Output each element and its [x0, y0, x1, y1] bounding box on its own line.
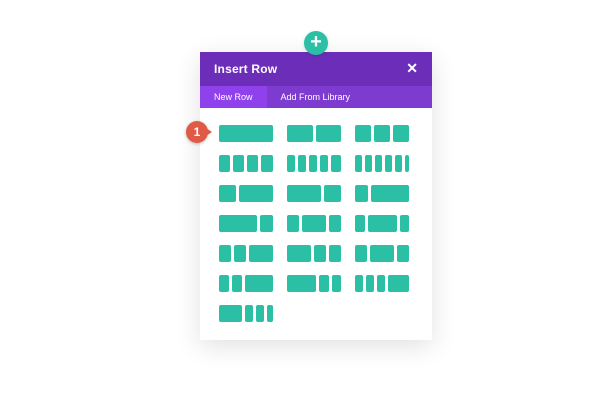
layout-column-block [366, 275, 374, 292]
modal-title: Insert Row [214, 62, 278, 76]
layout-column-block [247, 155, 258, 172]
layout-column-block [393, 125, 409, 142]
layout-column-block [256, 305, 264, 322]
plus-icon: + [310, 31, 322, 53]
layout-column-block [388, 275, 409, 292]
layout-column-block [245, 305, 253, 322]
close-icon[interactable]: ✕ [406, 60, 418, 77]
layout-column-block [261, 155, 273, 172]
insert-row-modal: Insert Row ✕ New Row Add From Library [200, 52, 432, 340]
layout-column-block [320, 155, 328, 172]
layout-column-block [377, 275, 385, 292]
row-layout-three-quarters-one-quarter[interactable] [219, 215, 273, 232]
layout-column-block [219, 305, 242, 322]
layout-column-block [267, 305, 273, 322]
layout-column-block [332, 275, 341, 292]
layout-column-block [324, 185, 341, 202]
layout-column-block [371, 185, 409, 202]
layout-column-block [395, 155, 402, 172]
row-layout-one-quarter-one-quarter-half[interactable] [219, 245, 273, 262]
layout-column-block [355, 215, 365, 232]
layout-column-block [287, 245, 311, 262]
row-layout-one-third-two-thirds[interactable] [219, 185, 273, 202]
layout-column-block [355, 185, 368, 202]
layout-column-block [355, 275, 363, 292]
layout-column-block [219, 215, 257, 232]
layout-column-block [405, 155, 409, 172]
layout-column-block [249, 245, 273, 262]
layout-column-block [374, 125, 390, 142]
layout-column-block [287, 215, 299, 232]
layout-column-block [260, 215, 273, 232]
layout-column-block [245, 275, 273, 292]
tab-add-from-library[interactable]: Add From Library [267, 86, 365, 108]
layout-column-block [234, 245, 246, 262]
layout-column-block [287, 125, 313, 142]
layout-column-block [355, 245, 367, 262]
tab-new-row[interactable]: New Row [200, 86, 267, 108]
layout-column-block [368, 215, 397, 232]
layout-column-block [355, 155, 362, 172]
row-layout-half-one-sixth-one-sixth-one-sixth[interactable] [219, 305, 273, 322]
row-layout-one-sixth-one-sixth-one-sixth-half[interactable] [355, 275, 409, 292]
row-layout-two-thirds-one-third[interactable] [287, 185, 341, 202]
add-row-button[interactable]: + [304, 31, 328, 55]
row-layout-four-columns[interactable] [219, 155, 273, 172]
layout-column-block [329, 245, 341, 262]
layout-column-block [365, 155, 372, 172]
row-layout-one-fifth-three-fifths-one-fifth[interactable] [355, 215, 409, 232]
layout-column-block [329, 215, 341, 232]
layout-column-block [302, 215, 326, 232]
layout-column-block [309, 155, 317, 172]
row-layout-half-one-quarter-one-quarter[interactable] [287, 245, 341, 262]
row-layout-one-column[interactable] [219, 125, 273, 142]
row-layout-one-quarter-half-one-quarter[interactable] [287, 215, 341, 232]
row-layout-three-columns[interactable] [355, 125, 409, 142]
layout-column-block [400, 215, 409, 232]
layout-column-block [219, 155, 230, 172]
layout-column-block [219, 125, 273, 142]
row-layout-one-quarter-half-one-quarter-b[interactable] [355, 245, 409, 262]
modal-header: Insert Row ✕ [200, 52, 432, 86]
layout-column-block [287, 185, 321, 202]
modal-tabs: New Row Add From Library [200, 86, 432, 108]
row-layout-five-columns[interactable] [287, 155, 341, 172]
layout-column-block [355, 125, 371, 142]
layout-column-block [219, 275, 229, 292]
layout-column-block [233, 155, 244, 172]
layout-column-block [397, 245, 409, 262]
step-callout-pointer [203, 126, 212, 138]
row-layout-six-columns[interactable] [355, 155, 409, 172]
row-layout-three-fifths-one-fifth-one-fifth[interactable] [287, 275, 341, 292]
layout-column-block [287, 275, 316, 292]
row-layout-one-quarter-three-quarters[interactable] [355, 185, 409, 202]
layout-column-block [219, 185, 236, 202]
row-layout-two-columns[interactable] [287, 125, 341, 142]
row-layout-one-fifth-one-fifth-three-fifths[interactable] [219, 275, 273, 292]
layout-column-block [298, 155, 306, 172]
layout-column-block [314, 245, 326, 262]
builder-canvas: + Insert Row ✕ New Row Add From Library … [0, 0, 610, 402]
layout-column-block [319, 275, 329, 292]
layout-column-block [385, 155, 392, 172]
layout-column-block [375, 155, 382, 172]
layout-column-block [219, 245, 231, 262]
layout-column-block [316, 125, 341, 142]
layout-column-block [370, 245, 394, 262]
layout-column-block [287, 155, 295, 172]
layout-column-block [331, 155, 341, 172]
layout-column-block [232, 275, 242, 292]
layout-column-block [239, 185, 273, 202]
